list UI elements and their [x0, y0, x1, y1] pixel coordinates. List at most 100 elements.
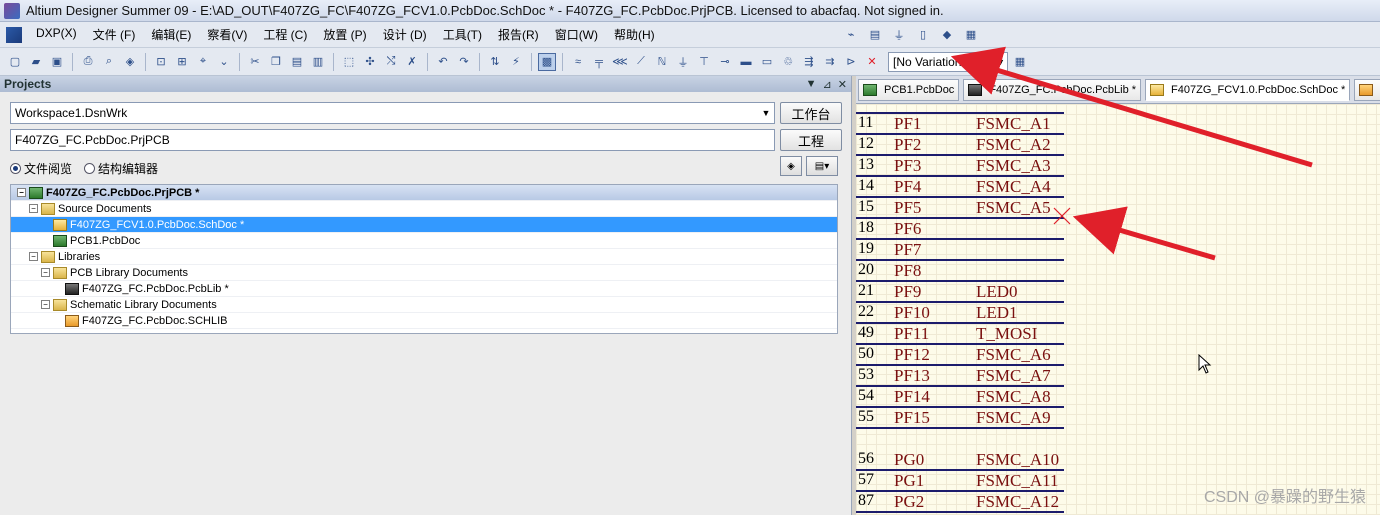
doc-tab-2[interactable]: F407ZG_FCV1.0.PcbDoc.SchDoc *	[1145, 78, 1351, 101]
variant-manager-icon[interactable]: ▦	[1011, 53, 1029, 71]
parts-icon[interactable]: ◆	[938, 26, 956, 44]
rubber-stamp-icon[interactable]: ▥	[309, 53, 327, 71]
menu-item-0[interactable]: DXP(X)	[28, 23, 85, 46]
workspace-select[interactable]: Workspace1.DsnWrk ▼	[10, 102, 775, 124]
menu-item-8[interactable]: 报告(R)	[490, 23, 547, 46]
pin-row[interactable]: 11 PF1 FSMC_A1	[856, 114, 1064, 135]
undo-icon[interactable]: ↶	[434, 53, 452, 71]
place-port-icon[interactable]: ⊳	[842, 53, 860, 71]
project-button[interactable]: 工程	[780, 129, 842, 151]
open-folder-icon[interactable]: ▰	[27, 53, 45, 71]
pin-row[interactable]: 12 PF2 FSMC_A2	[856, 135, 1064, 156]
pin-row[interactable]: 54 PF14 FSMC_A8	[856, 387, 1064, 408]
doc-tab-1[interactable]: F407ZG_FC.PcbDoc.PcbLib *	[963, 78, 1142, 101]
port-icon[interactable]: ▯	[914, 26, 932, 44]
menu-item-5[interactable]: 放置 (P)	[315, 23, 374, 46]
place-part-icon[interactable]: ⊸	[716, 53, 734, 71]
collapse-toggle-icon[interactable]: −	[17, 188, 26, 197]
menu-item-6[interactable]: 设计 (D)	[375, 23, 435, 46]
place-bus-icon[interactable]: ╤	[590, 53, 608, 71]
pin-row[interactable]: 53 PF13 FSMC_A7	[856, 366, 1064, 387]
bus-tool-icon[interactable]: ▤	[866, 26, 884, 44]
pin-row[interactable]: 14 PF4 FSMC_A4	[856, 177, 1064, 198]
tree-item[interactable]: F407ZG_FC.PcbDoc.PcbLib *	[11, 281, 837, 297]
vcc-port-icon[interactable]: ⊤	[695, 53, 713, 71]
project-options-icon[interactable]: ◈	[780, 156, 802, 176]
collapse-toggle-icon[interactable]: −	[29, 252, 38, 261]
struct-editor-radio[interactable]: 结构编辑器	[84, 160, 158, 177]
tree-item[interactable]: F407ZG_FCV1.0.PcbDoc.SchDoc *	[11, 217, 837, 233]
zoom-selected-icon[interactable]: ⌖	[194, 53, 212, 71]
menu-item-1[interactable]: 文件 (F)	[85, 23, 144, 46]
schematic-canvas[interactable]: 11 PF1 FSMC_A1 12 PF2 FSMC_A2 13 PF3 FSMC_A3 14 PF…	[856, 104, 1380, 515]
deselect-icon[interactable]: ✗	[403, 53, 421, 71]
pin-row[interactable]: 18 PF6	[856, 219, 1064, 240]
pin-row[interactable]: 15 PF5 FSMC_A5	[856, 198, 1064, 219]
move-icon[interactable]: ✣	[361, 53, 379, 71]
pin-row[interactable]: 19 PF7	[856, 240, 1064, 261]
pin-row[interactable]: 49 PF11 T_MOSI	[856, 324, 1064, 345]
variations-select[interactable]: [No Variations] ▼	[888, 51, 1008, 72]
pin-icon[interactable]: ⊿	[823, 78, 832, 91]
pin-row[interactable]: 87 PG2 FSMC_A12	[856, 492, 1064, 513]
menu-item-4[interactable]: 工程 (C)	[255, 23, 315, 46]
zoom-options-icon[interactable]: ⌄	[215, 53, 233, 71]
place-harness-connector-icon[interactable]: ⇶	[800, 53, 818, 71]
cross-probe-icon[interactable]: ⚡	[507, 53, 525, 71]
zoom-area-icon[interactable]: ⊞	[173, 53, 191, 71]
collapse-toggle-icon[interactable]: −	[41, 268, 50, 277]
move-selection-icon[interactable]: ⤭	[382, 53, 400, 71]
pin-row[interactable]: 13 PF3 FSMC_A3	[856, 156, 1064, 177]
pin-row[interactable]: 57 PG1 FSMC_A11	[856, 471, 1064, 492]
pin-row[interactable]: 56 PG0 FSMC_A10	[856, 450, 1064, 471]
menu-item-10[interactable]: 帮助(H)	[606, 23, 663, 46]
panel-menu-icon[interactable]: ▼	[806, 78, 817, 91]
pin-row[interactable]: 55 PF15 FSMC_A9	[856, 408, 1064, 429]
workspace-button[interactable]: 工作台	[780, 102, 842, 124]
zoom-fit-icon[interactable]: ⊡	[152, 53, 170, 71]
copy-icon[interactable]: ❐	[267, 53, 285, 71]
project-field[interactable]: F407ZG_FC.PcbDoc.PrjPCB	[10, 129, 775, 151]
close-icon[interactable]: ✕	[838, 78, 847, 91]
tree-item[interactable]: F407ZG_FC.PcbDoc.SCHLIB	[11, 313, 837, 329]
menu-item-3[interactable]: 察看(V)	[199, 23, 255, 46]
cut-icon[interactable]: ✂	[246, 53, 264, 71]
place-harness-entry-icon[interactable]: ⇉	[821, 53, 839, 71]
grid-icon[interactable]: ▦	[962, 26, 980, 44]
wire-tool-icon[interactable]: ⌁	[842, 26, 860, 44]
tree-item[interactable]: − F407ZG_FC.PcbDoc.PrjPCB *	[11, 185, 837, 201]
no-erc-icon[interactable]: ✕	[863, 53, 881, 71]
pin-row[interactable]: 22 PF10 LED1	[856, 303, 1064, 324]
tree-item[interactable]: − PCB Library Documents	[11, 265, 837, 281]
place-sheet-entry-icon[interactable]: ▭	[758, 53, 776, 71]
collapse-toggle-icon[interactable]: −	[29, 204, 38, 213]
print-preview-icon[interactable]: ⌕	[100, 53, 118, 71]
place-wire-icon[interactable]: ≈	[569, 53, 587, 71]
print-icon[interactable]: ⎙	[79, 53, 97, 71]
gnd-port-icon[interactable]: ⏚	[674, 53, 692, 71]
doc-tab-0[interactable]: PCB1.PcbDoc	[858, 78, 960, 101]
no-erc-marker-icon[interactable]	[1052, 206, 1072, 226]
pin-row[interactable]: 50 PF12 FSMC_A6	[856, 345, 1064, 366]
collapse-toggle-icon[interactable]: −	[41, 300, 50, 309]
select-area-icon[interactable]: ⬚	[340, 53, 358, 71]
new-file-icon[interactable]: ▢	[6, 53, 24, 71]
pin-row[interactable]: 20 PF8	[856, 261, 1064, 282]
browse-library-icon[interactable]: ▩	[538, 52, 556, 71]
tree-item[interactable]: − Schematic Library Documents	[11, 297, 837, 313]
tree-item[interactable]: − Source Documents	[11, 201, 837, 217]
doc-tab-3[interactable]: F407	[1354, 78, 1380, 101]
hierarchy-icon[interactable]: ⇅	[486, 53, 504, 71]
place-signal-harness-icon[interactable]: ⋘	[611, 53, 629, 71]
place-bus-entry-icon[interactable]: ⟋	[632, 53, 650, 71]
menu-item-2[interactable]: 编辑(E)	[143, 23, 199, 46]
pin-row[interactable]: 21 PF9 LED0	[856, 282, 1064, 303]
view-options-icon[interactable]: ▤▾	[806, 156, 838, 176]
tree-item[interactable]: − Libraries	[11, 249, 837, 265]
save-icon[interactable]: ▣	[48, 53, 66, 71]
menu-item-7[interactable]: 工具(T)	[435, 23, 490, 46]
place-device-sheet-icon[interactable]: ♲	[779, 53, 797, 71]
dxp-icon[interactable]	[6, 26, 22, 43]
menu-item-9[interactable]: 窗口(W)	[547, 23, 606, 46]
layers-icon[interactable]: ◈	[121, 53, 139, 71]
